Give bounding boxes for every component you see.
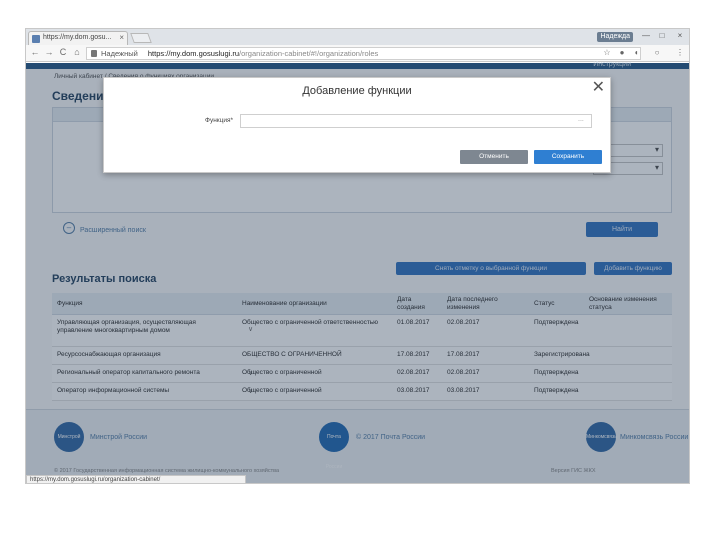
tab-close-icon[interactable]: × xyxy=(119,33,124,42)
lock-icon xyxy=(91,50,97,57)
extension-icon[interactable]: ● xyxy=(616,48,628,57)
dialog-title: Добавление функции xyxy=(302,85,412,97)
save-button[interactable]: Сохранить xyxy=(534,150,602,164)
forward-arrow-icon[interactable]: → xyxy=(43,47,55,57)
new-tab-button[interactable] xyxy=(130,33,152,43)
address-bar-row: ← → C ⌂ Надежный https://my.dom.gosuslug… xyxy=(26,45,689,62)
maximize-icon[interactable]: □ xyxy=(655,31,669,40)
extension-icon[interactable]: ◐ xyxy=(631,48,643,57)
url-field[interactable]: Надежный https://my.dom.gosuslugi.ru/org… xyxy=(86,47,641,60)
reload-icon[interactable]: C xyxy=(57,47,69,57)
close-icon[interactable]: ✕ xyxy=(592,80,605,96)
browser-tab[interactable]: https://my.dom.gosu... × xyxy=(28,31,128,45)
profile-badge[interactable]: Надежда xyxy=(597,32,633,42)
bookmark-star-icon[interactable]: ☆ xyxy=(601,48,613,57)
status-bar-url: https://my.dom.gosuslugi.ru/organization… xyxy=(26,475,246,483)
home-icon[interactable]: ⌂ xyxy=(71,47,83,57)
security-label: Надежный xyxy=(101,49,138,58)
browser-window: https://my.dom.gosu... × Надежда — □ × ←… xyxy=(25,28,690,484)
url-path: /organization-cabinet/#!/organization/ro… xyxy=(239,49,379,58)
tab-title: https://my.dom.gosu... xyxy=(43,34,112,41)
url-host: https://my.dom.gosuslugi.ru xyxy=(147,49,240,58)
window-close-icon[interactable]: × xyxy=(673,31,687,40)
function-field-label: Функция* xyxy=(205,117,234,124)
cancel-button[interactable]: Отменить xyxy=(460,150,528,164)
back-arrow-icon[interactable]: ← xyxy=(29,47,41,57)
extension-icon[interactable]: ○ xyxy=(651,48,663,57)
minimize-icon[interactable]: — xyxy=(639,31,653,40)
function-input[interactable] xyxy=(240,114,592,128)
tab-bar: https://my.dom.gosu... × Надежда — □ × xyxy=(26,29,689,45)
add-function-dialog: Добавление функции ✕ Функция* ... Отмени… xyxy=(103,77,611,173)
menu-dots-icon[interactable]: ⋮ xyxy=(674,48,686,57)
site-favicon-icon xyxy=(32,35,40,43)
function-picker-icon[interactable]: ... xyxy=(578,116,584,123)
